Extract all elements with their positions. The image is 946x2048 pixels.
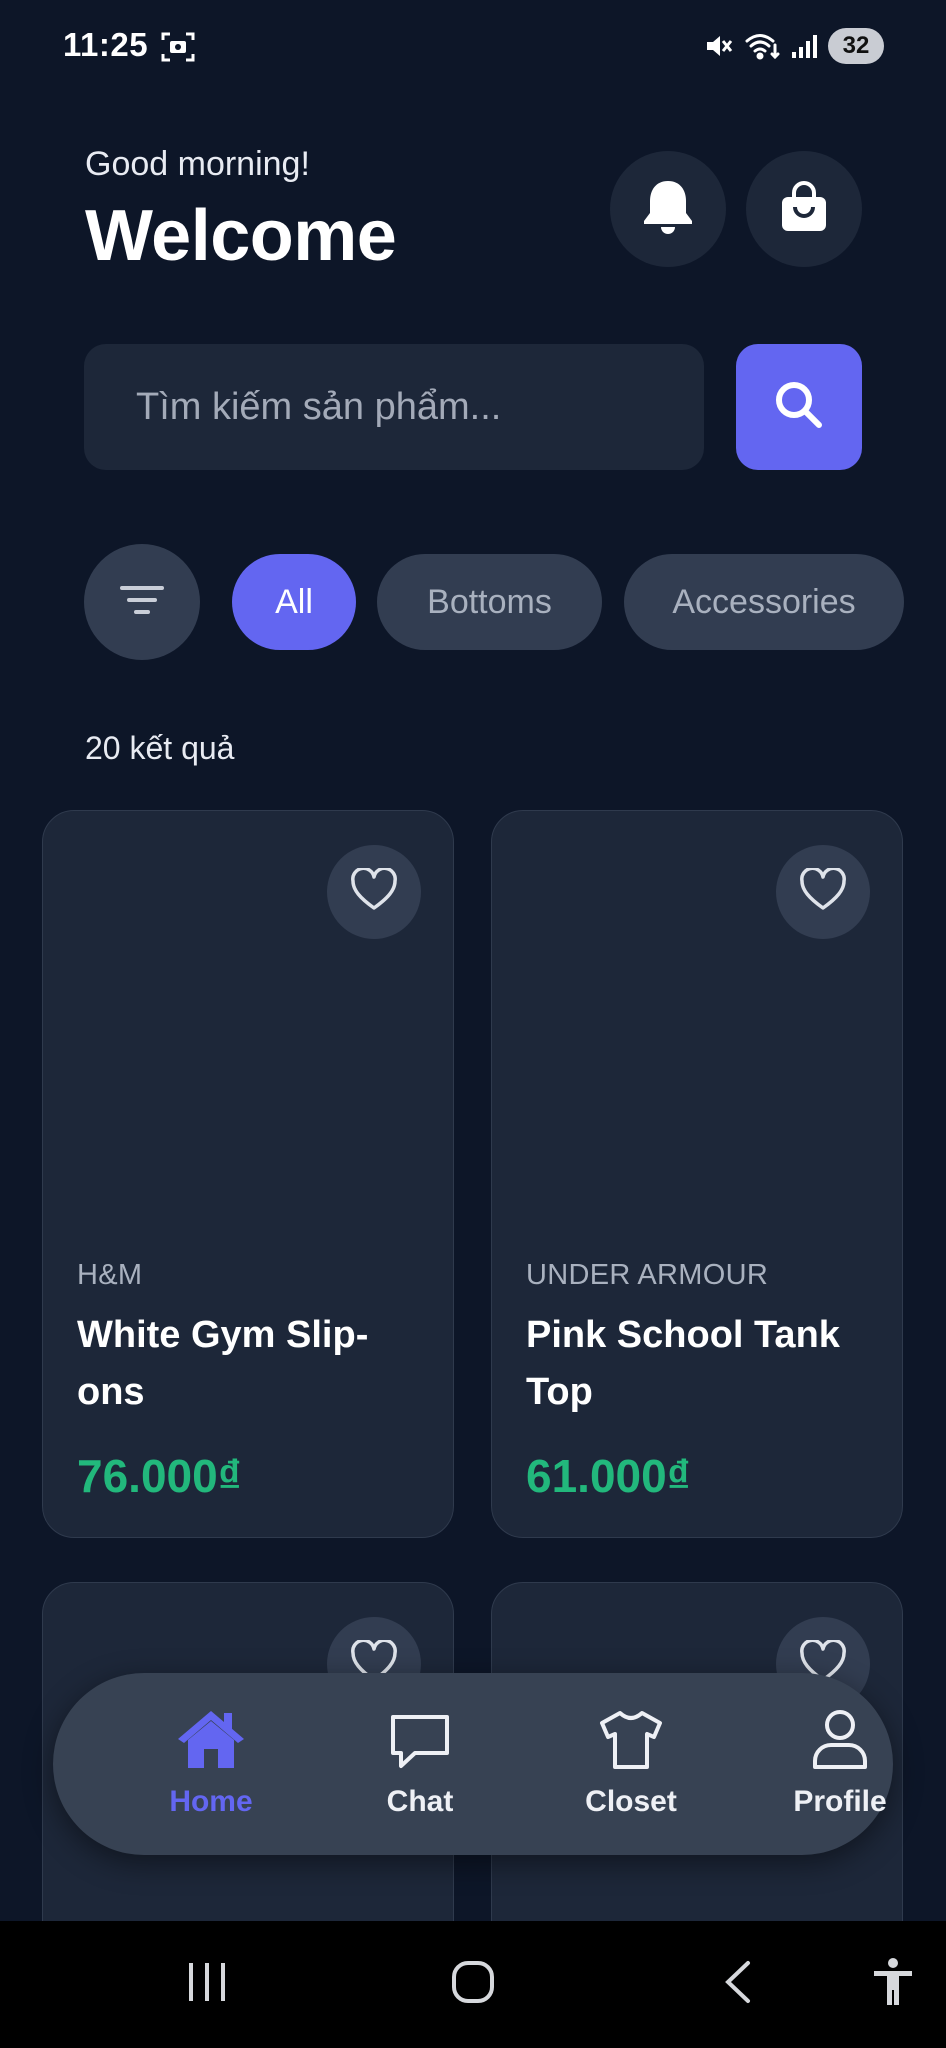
bell-icon — [640, 177, 696, 242]
mute-icon — [704, 31, 734, 61]
nav-profile[interactable]: Profile — [755, 1701, 925, 1831]
screenshot-icon — [161, 31, 195, 63]
system-nav-bar — [0, 1921, 946, 2048]
battery-indicator: 32 — [828, 28, 884, 64]
home-icon — [176, 1701, 246, 1771]
profile-icon — [811, 1701, 869, 1771]
search-placeholder: Tìm kiếm sản phẩm... — [136, 385, 502, 428]
search-button[interactable] — [736, 344, 862, 470]
status-bar: 11:25 32 — [0, 0, 946, 95]
notifications-button[interactable] — [610, 151, 726, 267]
product-card[interactable]: UNDER ARMOUR Pink School Tank Top 61.000… — [491, 810, 903, 1538]
app-screen: 11:25 32 Good morning! Welcome Tìm kiếm … — [0, 0, 946, 2048]
product-brand: H&M — [77, 1259, 143, 1291]
nav-home-label: Home — [169, 1785, 253, 1818]
signal-icon — [790, 32, 818, 60]
product-price: 61.000₫ — [526, 1450, 691, 1502]
shopping-bag-icon — [777, 179, 831, 240]
greeting-text: Good morning! — [85, 145, 310, 183]
filter-icon — [119, 583, 165, 622]
nav-home[interactable]: Home — [126, 1701, 296, 1831]
product-name: Pink School Tank Top — [526, 1314, 840, 1413]
back-button[interactable] — [720, 1959, 756, 2010]
nav-closet-label: Closet — [585, 1785, 677, 1818]
chip-all[interactable]: All — [232, 554, 356, 650]
heart-icon — [799, 866, 847, 917]
search-icon — [771, 377, 827, 438]
product-card[interactable]: H&M White Gym Slip-ons 76.000₫ — [42, 810, 454, 1538]
home-system-button[interactable] — [450, 1959, 496, 2010]
filter-button[interactable] — [84, 544, 200, 660]
page-title: Welcome — [85, 196, 397, 276]
cart-button[interactable] — [746, 151, 862, 267]
nav-closet[interactable]: Closet — [546, 1701, 716, 1831]
chip-bottoms[interactable]: Bottoms — [377, 554, 602, 650]
results-count: 20 kết quả — [85, 730, 235, 766]
bottom-nav: Home Chat Closet Profile — [53, 1673, 893, 1855]
favorite-button[interactable] — [776, 845, 870, 939]
chat-icon — [389, 1701, 451, 1771]
search-input[interactable]: Tìm kiếm sản phẩm... — [84, 344, 704, 470]
chip-accessories[interactable]: Accessories — [624, 554, 904, 650]
favorite-button[interactable] — [327, 845, 421, 939]
product-brand: UNDER ARMOUR — [526, 1259, 769, 1291]
nav-chat-label: Chat — [386, 1785, 454, 1818]
product-price: 76.000₫ — [77, 1450, 242, 1502]
accessibility-icon[interactable] — [872, 1957, 914, 2012]
heart-icon — [350, 866, 398, 917]
wifi-icon — [744, 31, 780, 61]
status-time: 11:25 — [63, 26, 149, 63]
shirt-icon — [598, 1701, 664, 1771]
recent-apps-button[interactable] — [186, 1959, 228, 2010]
product-name: White Gym Slip-ons — [77, 1314, 369, 1413]
status-icons: 32 — [704, 28, 884, 64]
nav-profile-label: Profile — [793, 1785, 887, 1818]
nav-chat[interactable]: Chat — [335, 1701, 505, 1831]
